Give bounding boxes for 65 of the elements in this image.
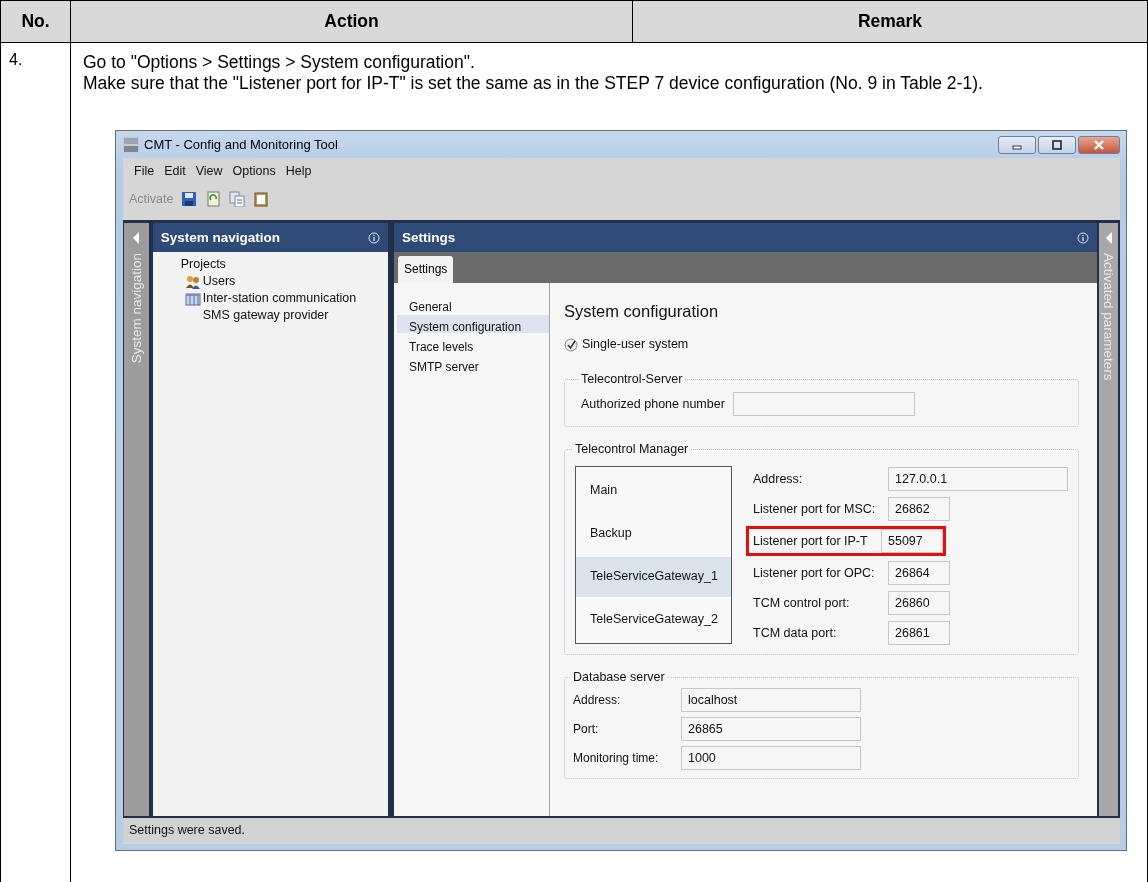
copy-icon[interactable]	[229, 191, 246, 207]
maximize-button[interactable]	[1038, 135, 1076, 154]
input-field[interactable]: 26864	[888, 561, 950, 585]
minimize-button[interactable]	[998, 135, 1036, 154]
field-label: Address:	[573, 691, 622, 709]
input-field[interactable]: 26865	[681, 717, 861, 741]
list-item[interactable]: Main	[576, 470, 731, 511]
input-field[interactable]: 127.0.0.1	[888, 467, 1068, 491]
panel-title: Settings	[402, 229, 456, 247]
menu-item[interactable]: Options	[227, 158, 281, 184]
field-label: Listener port for IP-T	[752, 532, 869, 550]
input-field[interactable]: localhost	[681, 688, 861, 712]
collapse-arrow-icon[interactable]	[131, 231, 142, 245]
clipboard-icon[interactable]	[253, 191, 270, 207]
column-header: No.	[20, 11, 51, 32]
list-item[interactable]: Backup	[576, 513, 731, 554]
field-label: TCM data port:	[752, 624, 838, 642]
input-field[interactable]: 26862	[888, 497, 950, 521]
settings-category[interactable]: Trace levels	[397, 335, 549, 353]
close-button[interactable]	[1078, 135, 1120, 154]
settings-category[interactable]: General	[397, 295, 549, 313]
input-field[interactable]: 26860	[888, 591, 950, 615]
refresh-document-icon[interactable]	[205, 191, 222, 207]
menu-item[interactable]: Edit	[159, 158, 191, 184]
table-icon	[184, 290, 201, 307]
input-field[interactable]: 26861	[888, 621, 950, 645]
column-header: Remark	[856, 11, 924, 32]
list-item[interactable]: TeleServiceGateway_1	[576, 556, 731, 597]
phone-number-field[interactable]	[732, 392, 915, 416]
group-title: Telecontrol Manager	[574, 441, 690, 458]
window-title: CMT - Config and Monitoring Tool	[144, 136, 338, 154]
info-icon[interactable]	[1077, 231, 1089, 244]
field-label: Listener port for OPC:	[752, 564, 876, 582]
menu-item[interactable]: Help	[280, 158, 317, 184]
settings-category[interactable]: System configuration	[397, 315, 549, 333]
group-title: Telecontrol-Server	[580, 371, 684, 388]
field-label: TCM control port:	[752, 594, 851, 612]
field-label: Address:	[752, 470, 804, 488]
close-icon	[1092, 139, 1106, 150]
menu-item[interactable]: File	[129, 158, 160, 184]
instruction-text: Go to "Options > Settings > System configuration".	[83, 52, 476, 73]
maximize-icon	[1050, 139, 1064, 150]
field-label: Port:	[573, 720, 600, 738]
settings-category[interactable]: SMTP server	[397, 355, 549, 373]
info-icon[interactable]	[368, 231, 380, 244]
app-logo-icon	[123, 136, 139, 153]
save-icon[interactable]	[181, 191, 198, 207]
field-label: Monitoring time:	[573, 749, 660, 767]
input-field[interactable]: 1000	[681, 746, 861, 770]
group-title: Database server	[572, 669, 666, 686]
status-text: Settings were saved.	[129, 821, 246, 839]
menu-item[interactable]: View	[190, 158, 228, 184]
instruction-text: Make sure that the "Listener port for IP-T" is set the same as in the STEP 7 device configuration (No. 9 in Table 2-1).	[83, 73, 984, 94]
column-header: Action	[323, 11, 380, 32]
list-item[interactable]: TeleServiceGateway_2	[576, 599, 731, 640]
field-label: Authorized phone number	[581, 395, 725, 413]
option-label: Single-user system	[582, 336, 689, 353]
tab[interactable]: Settings	[398, 256, 454, 283]
section-heading: System configuration	[564, 301, 720, 322]
panel-title: System navigation	[160, 229, 280, 247]
users-icon	[184, 273, 201, 290]
step-number: 4.	[9, 51, 23, 68]
field-label: Listener port for MSC:	[752, 500, 877, 518]
checkmark-icon[interactable]	[564, 337, 578, 352]
input-field[interactable]: 55097	[881, 529, 943, 553]
